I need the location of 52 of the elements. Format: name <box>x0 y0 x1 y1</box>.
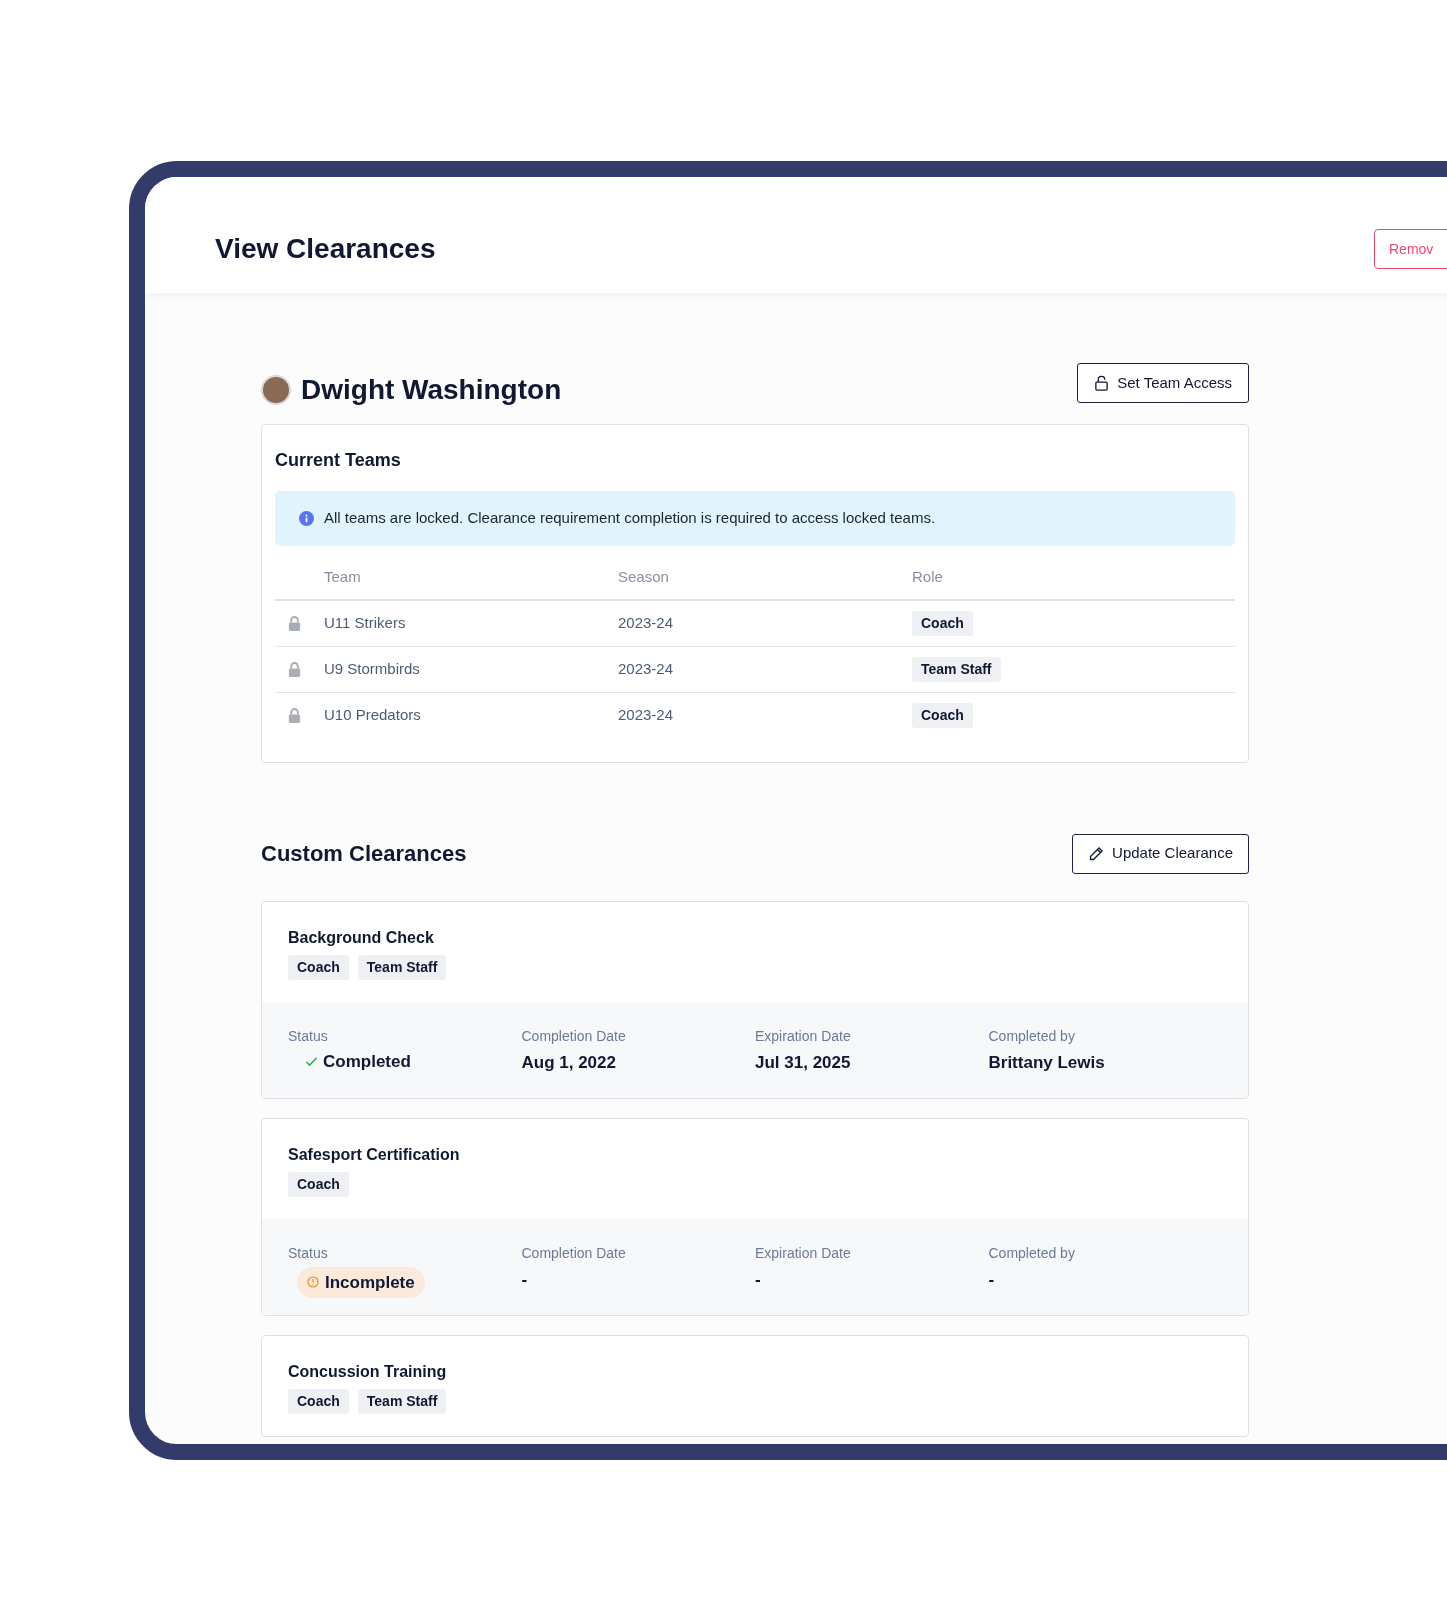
lock-icon <box>287 614 302 632</box>
set-team-access-button[interactable]: Set Team Access <box>1077 363 1249 403</box>
field-label: Completed by <box>988 1026 1076 1046</box>
field-value: - <box>988 1268 996 1291</box>
column-header: Season <box>618 567 670 587</box>
info-text: All teams are locked. Clearance requirement completion is required to access locked teams. <box>324 508 936 529</box>
column-header: Team <box>324 567 362 587</box>
section-title: Custom Clearances <box>261 840 467 868</box>
field-value: - <box>521 1268 529 1291</box>
role-tag: Team Staff <box>912 656 1001 682</box>
field-label: Expiration Date <box>755 1026 852 1046</box>
team-name: U10 Predators <box>324 705 422 726</box>
remove-button[interactable]: Remov <box>1374 229 1447 269</box>
team-name: U9 Stormbirds <box>324 658 421 679</box>
role-tag: Coach <box>288 1171 349 1197</box>
role-tag: Coach <box>912 703 973 728</box>
field-label: Status <box>288 1243 329 1263</box>
clearance-name: Safesport Certification <box>288 1144 461 1165</box>
pencil-icon <box>1088 845 1105 862</box>
clearance-name: Concussion Training <box>288 1361 448 1382</box>
field-value: Brittany Lewis <box>988 1051 1106 1074</box>
status-label: Completed <box>288 1048 522 1074</box>
lock-icon <box>1094 375 1110 391</box>
avatar <box>261 375 291 405</box>
column-header: Role <box>912 567 944 587</box>
lock-icon <box>287 707 302 724</box>
team-name: U11 Strikers <box>324 612 407 633</box>
card-title: Current Teams <box>275 449 402 472</box>
field-value: - <box>755 1268 762 1291</box>
info-icon <box>299 511 314 526</box>
clearance-name: Background Check <box>288 927 435 948</box>
update-clearance-button[interactable]: Update Clearance <box>1072 833 1249 874</box>
role-tag: Coach <box>288 954 349 980</box>
role-tag: Coach <box>288 1388 349 1414</box>
field-value: Jul 31, 2025 <box>755 1051 852 1074</box>
season-cell-text: 2023-24 <box>618 612 675 633</box>
field-label: Status <box>288 1026 329 1046</box>
season-cell-text: 2023-24 <box>618 705 675 726</box>
page-title: View Clearances <box>215 232 437 266</box>
status-badge: Incomplete <box>297 1266 425 1298</box>
field-label: Completed by <box>988 1243 1076 1263</box>
role-tag: Coach <box>912 610 973 636</box>
role-tag: Team Staff <box>357 954 447 980</box>
person-name: Dwight Washington <box>301 373 562 407</box>
field-label: Completion Date <box>521 1026 627 1046</box>
lock-icon <box>287 660 302 678</box>
season-cell-text: 2023-24 <box>618 658 675 679</box>
warning-icon <box>307 1276 319 1289</box>
field-value: Aug 1, 2022 <box>521 1051 617 1074</box>
role-tag: Team Staff <box>357 1388 447 1414</box>
field-label: Completion Date <box>521 1243 627 1263</box>
field-label: Expiration Date <box>755 1243 852 1263</box>
